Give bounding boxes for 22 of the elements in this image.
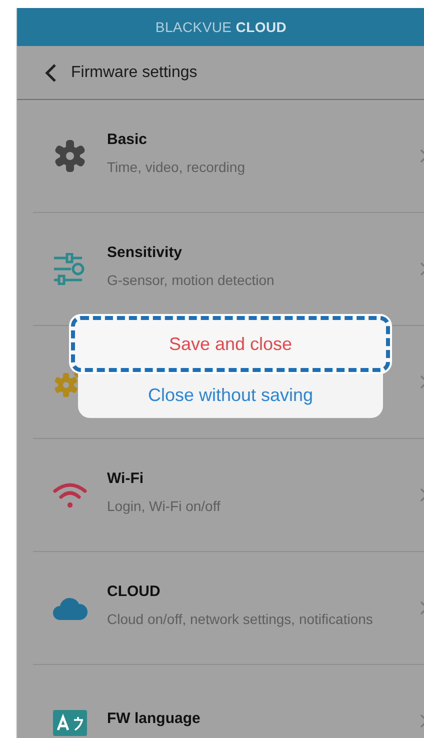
settings-row[interactable]: FW language — [33, 665, 424, 738]
settings-row[interactable]: CLOUD Cloud on/off, network settings, notifications — [33, 552, 424, 665]
back-icon[interactable] — [45, 62, 57, 82]
app-title: BLACKVUE CLOUD — [155, 19, 287, 35]
sliders-icon — [53, 253, 87, 285]
sheet-action[interactable]: Close without saving — [78, 372, 383, 418]
row-subtitle: Cloud on/off, network settings, notifications — [107, 611, 373, 627]
gear-icon — [53, 139, 87, 173]
settings-row[interactable]: Basic Time, video, recording — [33, 100, 424, 213]
settings-row[interactable]: Wi-Fi Login, Wi-Fi on/off — [33, 439, 424, 552]
row-title: Sensitivity — [107, 244, 182, 261]
row-title: Wi-Fi — [107, 470, 144, 487]
row-subtitle: Time, video, recording — [107, 159, 245, 175]
wifi-icon — [52, 481, 88, 509]
sheet-action[interactable]: Save and close — [71, 316, 390, 372]
row-subtitle: G-sensor, motion detection — [107, 272, 274, 288]
page-title: Firmware settings — [71, 64, 198, 82]
row-title: FW language — [107, 710, 200, 726]
row-title: Basic — [107, 131, 148, 148]
row-title: CLOUD — [107, 583, 160, 600]
row-subtitle: Login, Wi-Fi on/off — [107, 498, 220, 514]
cloud-icon — [52, 595, 88, 621]
